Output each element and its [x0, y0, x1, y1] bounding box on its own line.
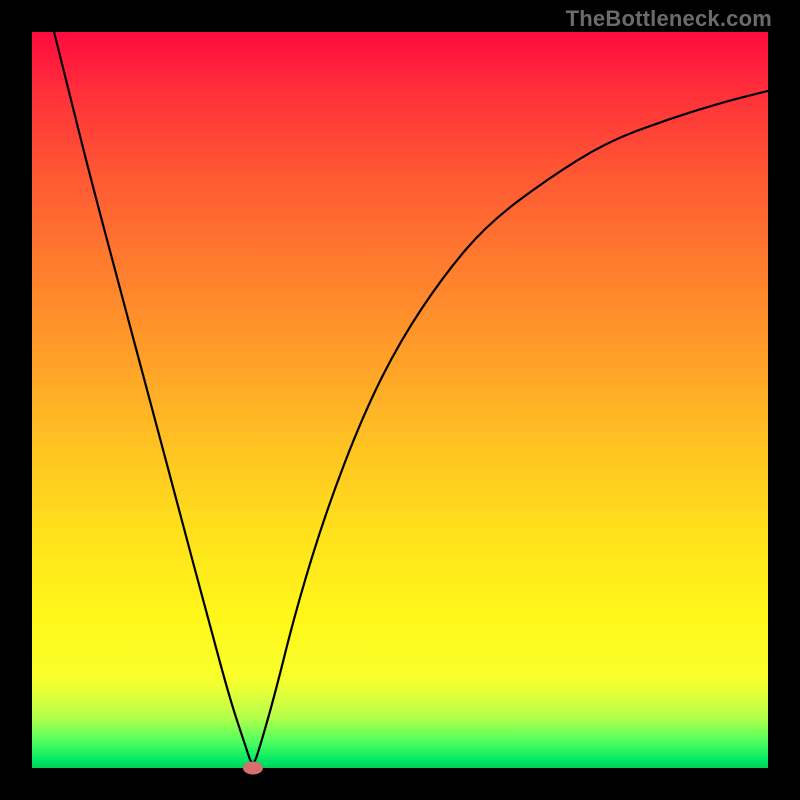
chart-frame: TheBottleneck.com	[0, 0, 800, 800]
plot-area	[32, 32, 768, 768]
bottleneck-curve	[32, 32, 768, 768]
watermark-text: TheBottleneck.com	[566, 6, 772, 32]
minimum-marker	[243, 762, 263, 775]
